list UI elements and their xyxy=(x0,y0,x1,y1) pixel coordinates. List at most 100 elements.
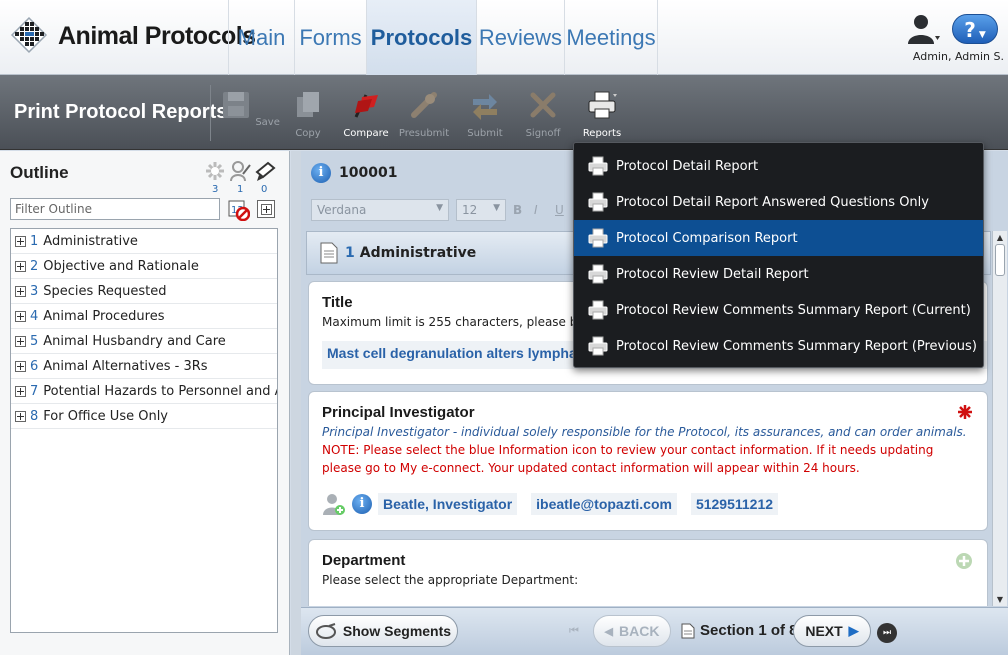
tab-reviews[interactable]: Reviews xyxy=(476,0,564,75)
comment-count-icon[interactable] xyxy=(254,160,276,182)
outline-panel: Outline 3 1 0 Filter Outline 12 1Adminis… xyxy=(0,151,290,655)
help-button[interactable]: ? ▼ xyxy=(952,14,998,44)
document-icon xyxy=(320,242,338,264)
printer-icon xyxy=(588,91,617,119)
panel-splitter[interactable] xyxy=(291,151,301,655)
segments-icon xyxy=(315,623,336,639)
vertical-scrollbar[interactable]: ▲ ▼ xyxy=(992,231,1007,606)
font-family-select[interactable]: Verdana ▼ xyxy=(311,199,449,221)
reports-button[interactable]: Reports xyxy=(572,89,632,139)
show-segments-button[interactable]: Show Segments xyxy=(308,615,458,647)
back-button[interactable]: ◀ BACK xyxy=(593,615,671,647)
clear-filter-icon[interactable]: 12 xyxy=(228,199,250,221)
pi-phone[interactable]: 5129511212 xyxy=(690,493,779,515)
contact-info-icon[interactable]: i xyxy=(352,494,372,514)
required-count: 3 xyxy=(212,184,219,195)
comment-count: 0 xyxy=(261,184,268,195)
presubmit-button[interactable]: Presubmit xyxy=(394,89,454,139)
outline-item-8[interactable]: 8 For Office Use Only xyxy=(11,404,277,429)
menu-item-protocol-review-detail-report[interactable]: Protocol Review Detail Report xyxy=(574,256,983,292)
expand-icon[interactable] xyxy=(15,360,26,372)
menu-item-review-comments-previous[interactable]: Protocol Review Comments Summary Report … xyxy=(574,328,983,364)
outline-item-4[interactable]: 4 Animal Procedures xyxy=(11,304,277,329)
department-card: Department Please select the appropriate… xyxy=(308,539,988,606)
pi-name[interactable]: Beatle, Investigator xyxy=(378,493,518,515)
add-icon[interactable] xyxy=(955,552,973,570)
required-count-icon[interactable] xyxy=(204,160,226,182)
scroll-thumb[interactable] xyxy=(995,244,1005,276)
protocol-id: 100001 xyxy=(339,165,398,181)
toolbar-divider xyxy=(210,85,211,141)
printer-icon xyxy=(588,336,608,356)
tab-meetings[interactable]: Meetings xyxy=(564,0,658,75)
copy-icon xyxy=(297,92,319,117)
change-user-icon[interactable] xyxy=(322,492,346,516)
save-icon xyxy=(223,92,250,118)
next-arrow-icon: ▶ xyxy=(848,623,859,638)
outline-item-3[interactable]: 3 Species Requested xyxy=(11,279,277,304)
action-toolbar: Print Protocol Reports ▼ Save Copy Compa… xyxy=(0,75,1008,150)
printer-icon xyxy=(588,156,608,176)
pi-note-line-1: NOTE: Please select the blue Information… xyxy=(322,443,934,457)
tab-main[interactable]: Main xyxy=(228,0,294,75)
department-hint: Please select the appropriate Department… xyxy=(322,573,579,587)
reports-dropdown-menu: Protocol Detail Report Protocol Detail R… xyxy=(573,142,984,368)
italic-button[interactable]: I xyxy=(534,203,538,217)
copy-button[interactable]: Copy xyxy=(278,89,338,139)
compare-icon xyxy=(354,94,378,118)
department-heading: Department xyxy=(322,552,406,569)
outline-item-5[interactable]: 5 Animal Husbandry and Care xyxy=(11,329,277,354)
tab-forms[interactable]: Forms xyxy=(294,0,366,75)
outline-item-2[interactable]: 2 Objective and Rationale xyxy=(11,254,277,279)
last-section-icon[interactable]: ⏭ xyxy=(877,623,897,643)
expand-icon xyxy=(261,204,272,215)
next-button[interactable]: NEXT ▶ xyxy=(793,615,871,647)
back-arrow-icon: ◀ xyxy=(604,625,613,638)
presubmit-icon xyxy=(411,92,437,118)
underline-button[interactable]: U xyxy=(555,203,564,217)
reviewer-count-icon[interactable] xyxy=(229,160,251,182)
signoff-button[interactable]: Signoff xyxy=(513,89,573,139)
record-header: i 100001 xyxy=(311,163,397,183)
outline-item-7[interactable]: 7 Potential Hazards to Personnel and Ani xyxy=(11,379,277,404)
outline-title: Outline xyxy=(10,163,69,182)
expand-icon[interactable] xyxy=(15,310,26,322)
submit-icon xyxy=(473,94,497,120)
font-size-select[interactable]: 12 ▼ xyxy=(456,199,506,221)
expand-icon[interactable] xyxy=(15,385,26,397)
menu-item-protocol-detail-report[interactable]: Protocol Detail Report xyxy=(574,148,983,184)
pi-email[interactable]: ibeatle@topazti.com xyxy=(531,493,677,515)
expand-icon[interactable] xyxy=(15,260,26,272)
user-name[interactable]: Admin, Admin S. xyxy=(900,50,1004,63)
scroll-up-icon[interactable]: ▲ xyxy=(993,233,1007,242)
top-navigation-bar: Animal Protocols Main Forms Protocols Re… xyxy=(0,0,1008,75)
section-footer: Show Segments ⏮ ◀ BACK Section 1 of 8 NEX… xyxy=(301,607,1008,655)
save-button[interactable]: Save xyxy=(220,89,280,128)
tab-protocols[interactable]: Protocols xyxy=(366,0,476,75)
required-asterisk-icon xyxy=(958,405,972,419)
menu-item-protocol-comparison-report[interactable]: Protocol Comparison Report xyxy=(574,220,983,256)
user-avatar-icon[interactable] xyxy=(906,12,940,44)
page-icon xyxy=(681,623,695,638)
expand-icon[interactable] xyxy=(15,235,26,247)
printer-icon xyxy=(588,192,608,212)
scroll-down-icon[interactable]: ▼ xyxy=(993,595,1007,604)
expand-icon[interactable] xyxy=(15,410,26,422)
pi-contact-row: i Beatle, Investigator ibeatle@topazti.c… xyxy=(322,492,779,516)
outline-tree: 1 Administrative 2 Objective and Rationale… xyxy=(10,228,278,633)
menu-item-protocol-detail-answered-only[interactable]: Protocol Detail Report Answered Question… xyxy=(574,184,983,220)
outline-item-1[interactable]: 1 Administrative xyxy=(11,229,277,254)
info-icon[interactable]: i xyxy=(311,163,331,183)
outline-item-6[interactable]: 6 Animal Alternatives - 3Rs xyxy=(11,354,277,379)
filter-outline-input[interactable]: Filter Outline xyxy=(10,198,220,220)
expand-icon[interactable] xyxy=(15,335,26,347)
section-indicator: Section 1 of 8 xyxy=(681,622,798,639)
expand-icon[interactable] xyxy=(15,285,26,297)
bold-button[interactable]: B xyxy=(513,203,522,217)
submit-button[interactable]: Submit xyxy=(455,89,515,139)
compare-button[interactable]: Compare xyxy=(336,89,396,139)
reviewer-count: 1 xyxy=(237,184,244,195)
menu-item-review-comments-current[interactable]: Protocol Review Comments Summary Report … xyxy=(574,292,983,328)
expand-all-button[interactable] xyxy=(257,200,275,218)
first-section-icon[interactable]: ⏮ xyxy=(569,624,579,638)
